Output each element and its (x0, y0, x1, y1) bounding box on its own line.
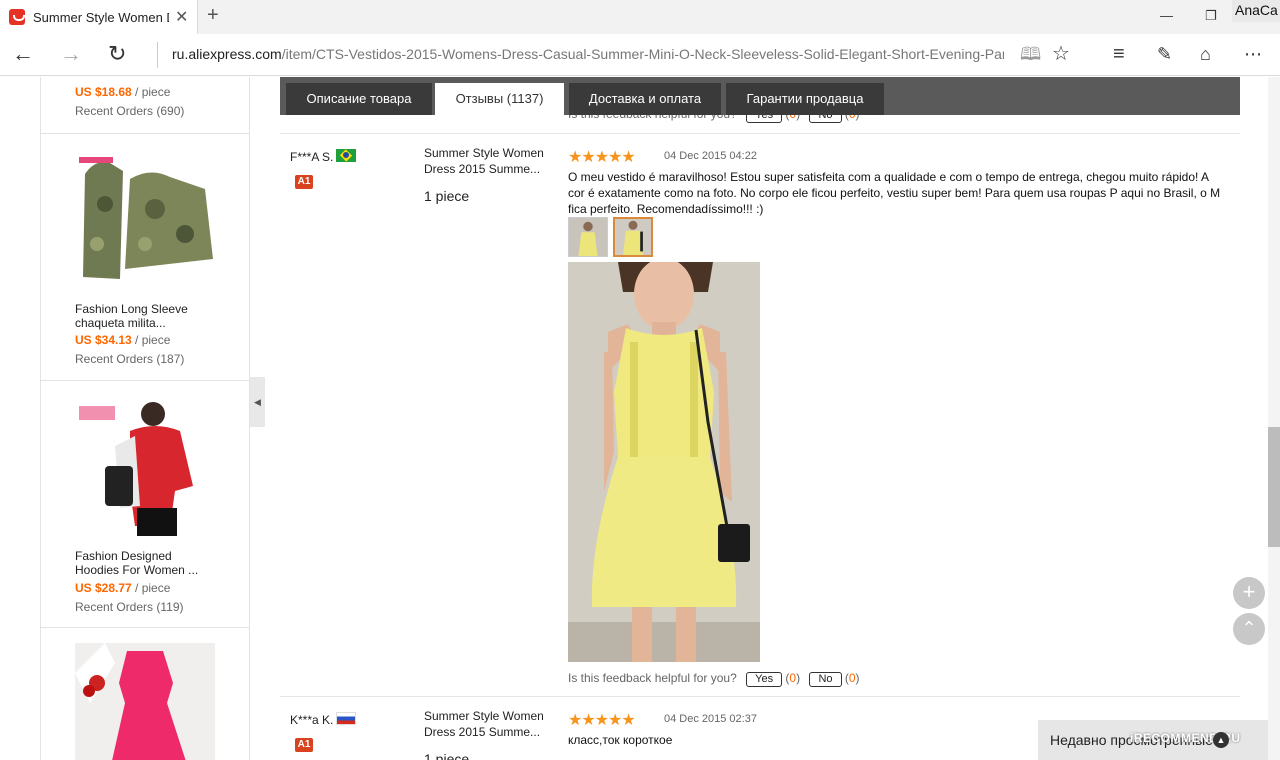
product-thumbnail-pink-dress[interactable] (75, 643, 215, 760)
review-quantity: 1 piece (424, 188, 470, 204)
recommended-item[interactable] (41, 628, 249, 760)
back-icon[interactable]: ← (12, 42, 34, 66)
reading-view-icon[interactable]: 🕮 (1020, 42, 1041, 66)
product-reviews-section: Is this feedback helpful for you? Yes (0… (280, 77, 1240, 760)
aliexpress-favicon-icon (9, 9, 25, 25)
reviewer: K***a K. (290, 712, 357, 727)
item-name[interactable]: Fashion Long Sleeve chaqueta milita... (75, 302, 215, 330)
reviewer-name: K***a K. (290, 713, 334, 727)
reviewer: F***A S. (290, 149, 357, 164)
url-domain: ru.aliexpress.com (172, 46, 282, 62)
page-scrollbar[interactable] (1268, 77, 1280, 760)
review-product-name[interactable]: Summer Style Women Dress 2015 Summe... (424, 708, 554, 740)
review-photo-thumbnail[interactable] (568, 217, 608, 257)
recommended-item[interactable]: US $18.68 / piece Recent Orders (690) (41, 77, 249, 134)
chevron-up-icon[interactable]: ▲ (1213, 732, 1229, 748)
helpful-question: Is this feedback helpful for you? (568, 671, 737, 685)
recommended-item[interactable]: Fashion Designed Hoodies For Women ... U… (41, 381, 249, 628)
share-icon[interactable]: ⌂ (1200, 42, 1211, 66)
product-thumbnail-camo-jacket[interactable] (75, 149, 215, 289)
brazil-flag-icon (336, 149, 357, 162)
hub-icon[interactable]: ≡ (1113, 42, 1125, 66)
new-tab-icon[interactable]: + (207, 4, 219, 27)
review-photo-thumbnail-selected[interactable] (613, 217, 653, 257)
recommended-item[interactable]: Fashion Long Sleeve chaqueta milita... U… (41, 134, 249, 381)
user-account-label[interactable]: AnaCa (1232, 0, 1280, 22)
review-photo-large[interactable] (568, 262, 760, 662)
item-name[interactable]: Fashion Designed Hoodies For Women ... (75, 549, 215, 577)
url-path: /item/CTS-Vestidos-2015-Womens-Dress-Cas… (281, 46, 1004, 62)
more-icon[interactable]: ⋯ (1244, 42, 1262, 66)
helpful-yes-button[interactable]: Yes (746, 672, 783, 687)
review-date: 04 Dec 2015 04:22 (664, 150, 757, 162)
review-date: 04 Dec 2015 02:37 (664, 713, 757, 725)
rating-stars-icon: ★★★★★ (568, 712, 636, 729)
close-tab-icon[interactable]: ✕ (175, 7, 188, 27)
helpful-no-button[interactable]: No (809, 672, 842, 687)
review-divider (280, 696, 1240, 697)
web-note-icon[interactable]: ✎ (1157, 42, 1172, 66)
review-product-name[interactable]: Summer Style Women Dress 2015 Summe... (424, 145, 554, 177)
minimize-window-icon[interactable]: — (1160, 8, 1173, 23)
add-icon[interactable]: + (1233, 577, 1265, 609)
browser-navigation-bar: ← → ↻ ru.aliexpress.com/item/CTS-Vestido… (0, 34, 1280, 76)
favorite-star-icon[interactable]: ☆ (1052, 42, 1070, 66)
sidebar-collapse-handle[interactable]: ◀ (250, 377, 265, 427)
buyer-level-badge: A1 (295, 738, 313, 752)
tab-description[interactable]: Описание товара (286, 83, 432, 115)
item-orders: Recent Orders (119) (75, 600, 184, 614)
helpful-no-count: 0 (848, 671, 856, 685)
refresh-icon[interactable]: ↻ (108, 42, 126, 66)
browser-tab-bar: Summer Style Women D ✕ + — ❐ AnaCa (0, 0, 1280, 34)
address-bar[interactable]: ru.aliexpress.com/item/CTS-Vestidos-2015… (172, 46, 1004, 62)
review-text: O meu vestido é maravilhoso! Estou super… (568, 170, 1221, 216)
reviewer-name: F***A S. (290, 150, 334, 164)
tab-title: Summer Style Women D (33, 10, 169, 25)
helpful-yes-count: 0 (789, 671, 797, 685)
review-divider (280, 133, 1240, 134)
scrollbar-thumb[interactable] (1268, 427, 1280, 547)
item-orders: Recent Orders (187) (75, 352, 185, 366)
tab-shipping-payment[interactable]: Доставка и оплата (569, 83, 721, 115)
review-quantity: 1 piece (424, 751, 470, 760)
tab-seller-guarantee[interactable]: Гарантии продавца (726, 83, 884, 115)
page-content: US $18.68 / piece Recent Orders (690) Fa… (0, 77, 1280, 760)
product-thumbnail-red-hoodie[interactable] (75, 396, 215, 536)
helpful-row: Is this feedback helpful for you? Yes (0… (568, 671, 860, 687)
russia-flag-icon (336, 712, 357, 725)
tab-reviews[interactable]: Отзывы (1137) (435, 83, 564, 115)
item-price: US $28.77 / piece (75, 581, 171, 595)
item-price: US $18.68 / piece (75, 85, 171, 99)
buyer-level-badge: A1 (295, 175, 313, 189)
browser-tab[interactable]: Summer Style Women D ✕ (0, 0, 198, 34)
recommended-sidebar: US $18.68 / piece Recent Orders (690) Fa… (40, 77, 250, 760)
address-divider (157, 42, 158, 68)
restore-window-icon[interactable]: ❐ (1205, 8, 1217, 24)
item-orders: Recent Orders (690) (75, 104, 185, 118)
forward-icon[interactable]: → (60, 42, 82, 66)
product-tab-bar: Описание товара Отзывы (1137) Доставка и… (280, 77, 1240, 115)
rating-stars-icon: ★★★★★ (568, 149, 636, 166)
scroll-to-top-icon[interactable]: ⌃ (1233, 613, 1265, 645)
item-price: US $34.13 / piece (75, 333, 171, 347)
